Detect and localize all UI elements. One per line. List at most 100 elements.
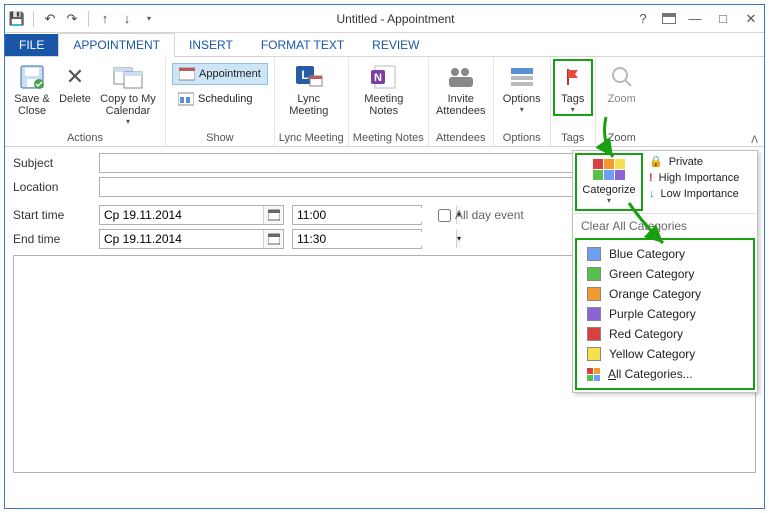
- tab-review[interactable]: REVIEW: [358, 34, 433, 56]
- lync-icon: L: [293, 63, 325, 91]
- delete-icon: ✕: [59, 63, 91, 91]
- options-button[interactable]: Options ▾: [498, 59, 546, 114]
- category-item-green[interactable]: Green Category: [577, 264, 753, 284]
- quick-access-toolbar: 💾 ↶ ↷ ↑ ↓ ▾: [9, 11, 157, 27]
- low-importance-button[interactable]: ↓Low Importance: [649, 188, 753, 200]
- appointment-window: 💾 ↶ ↷ ↑ ↓ ▾ Untitled - Appointment ? — □…: [4, 4, 765, 509]
- collapse-ribbon-icon[interactable]: ᐱ: [751, 135, 758, 146]
- window-title: Untitled - Appointment: [157, 12, 634, 26]
- save-close-button[interactable]: Save & Close: [9, 59, 55, 117]
- ribbon: Save & Close ✕ Delete Copy to My Calenda…: [5, 57, 764, 147]
- tab-appointment[interactable]: APPOINTMENT: [58, 33, 175, 57]
- minimize-icon[interactable]: —: [686, 10, 704, 28]
- ribbon-display-icon[interactable]: [662, 13, 676, 24]
- svg-text:L: L: [301, 68, 308, 82]
- tab-file[interactable]: FILE: [5, 34, 58, 56]
- categorize-button[interactable]: Categorize ▾: [575, 153, 643, 211]
- window-controls: ? — □ ✕: [634, 10, 760, 28]
- high-importance-button[interactable]: !High Importance: [649, 172, 753, 184]
- tags-button[interactable]: Tags ▾: [553, 59, 593, 116]
- tags-dropdown-panel: Categorize ▾ 🔒Private !High Importance ↓…: [572, 150, 758, 393]
- chevron-down-icon: ▾: [126, 117, 130, 126]
- undo-icon[interactable]: ↶: [42, 11, 58, 27]
- group-notes: N Meeting Notes Meeting Notes: [349, 57, 429, 146]
- swatch-icon: [587, 327, 601, 341]
- start-date-input[interactable]: [100, 208, 263, 222]
- low-importance-icon: ↓: [649, 188, 655, 200]
- category-item-purple[interactable]: Purple Category: [577, 304, 753, 324]
- swatch-icon: [587, 287, 601, 301]
- group-attendees: Invite Attendees Attendees: [429, 57, 494, 146]
- maximize-icon[interactable]: □: [714, 10, 732, 28]
- lync-meeting-button[interactable]: L Lync Meeting: [279, 59, 339, 117]
- category-item-red[interactable]: Red Category: [577, 324, 753, 344]
- group-tags: Tags ▾ Tags: [551, 57, 596, 146]
- copy-calendar-icon: [112, 63, 144, 91]
- end-time-input[interactable]: [293, 232, 456, 246]
- all-categories-button[interactable]: All Categories...: [577, 364, 753, 384]
- lock-icon: 🔒: [649, 155, 663, 168]
- tags-side-options: 🔒Private !High Importance ↓Low Importanc…: [645, 151, 757, 213]
- scheduling-button[interactable]: Scheduling: [172, 89, 258, 109]
- subject-label: Subject: [13, 156, 99, 170]
- tab-insert[interactable]: INSERT: [175, 34, 247, 56]
- options-icon: [506, 63, 538, 91]
- help-icon[interactable]: ?: [634, 10, 652, 28]
- end-time-field[interactable]: ▾: [292, 229, 422, 249]
- categorize-icon: [593, 159, 625, 180]
- private-toggle[interactable]: 🔒Private: [649, 155, 753, 168]
- zoom-icon: [606, 63, 638, 91]
- category-item-orange[interactable]: Orange Category: [577, 284, 753, 304]
- close-icon[interactable]: ✕: [742, 10, 760, 28]
- location-label: Location: [13, 180, 99, 194]
- all-categories-icon: [587, 368, 600, 381]
- start-date-field[interactable]: [99, 205, 284, 225]
- ribbon-tabs: FILE APPOINTMENT INSERT FORMAT TEXT REVI…: [5, 33, 764, 57]
- group-actions: Save & Close ✕ Delete Copy to My Calenda…: [5, 57, 166, 146]
- copy-calendar-button[interactable]: Copy to My Calendar ▾: [95, 59, 161, 126]
- appointment-icon: [179, 66, 195, 82]
- end-date-input[interactable]: [100, 232, 263, 246]
- redo-icon[interactable]: ↷: [64, 11, 80, 27]
- category-item-blue[interactable]: Blue Category: [577, 244, 753, 264]
- group-show: Appointment Scheduling Show: [166, 57, 275, 146]
- delete-button[interactable]: ✕ Delete: [55, 59, 95, 105]
- all-day-input[interactable]: [438, 209, 451, 222]
- swatch-icon: [587, 307, 601, 321]
- title-bar: 💾 ↶ ↷ ↑ ↓ ▾ Untitled - Appointment ? — □…: [5, 5, 764, 33]
- meeting-notes-button[interactable]: N Meeting Notes: [353, 59, 415, 117]
- swatch-icon: [587, 247, 601, 261]
- zoom-button[interactable]: Zoom: [600, 59, 644, 105]
- next-item-icon[interactable]: ↓: [119, 11, 135, 27]
- svg-text:N: N: [374, 72, 382, 84]
- appointment-view-button[interactable]: Appointment: [172, 63, 268, 85]
- tab-format-text[interactable]: FORMAT TEXT: [247, 34, 358, 56]
- end-time-label: End time: [13, 232, 99, 246]
- category-menu: Blue Category Green Category Orange Cate…: [575, 238, 755, 390]
- qat-dropdown-icon[interactable]: ▾: [141, 11, 157, 27]
- end-date-field[interactable]: [99, 229, 284, 249]
- group-options: Options ▾ Options: [494, 57, 551, 146]
- chevron-down-icon: ▾: [520, 105, 524, 114]
- high-importance-icon: !: [649, 172, 653, 184]
- swatch-icon: [587, 267, 601, 281]
- start-time-input[interactable]: [293, 208, 456, 222]
- invite-attendees-button[interactable]: Invite Attendees: [433, 59, 489, 117]
- swatch-icon: [587, 347, 601, 361]
- start-time-field[interactable]: ▾: [292, 205, 422, 225]
- chevron-down-icon[interactable]: ▾: [456, 230, 461, 248]
- group-zoom: Zoom Zoom: [596, 57, 648, 146]
- calendar-icon[interactable]: [263, 206, 283, 224]
- save-icon[interactable]: 💾: [9, 11, 25, 27]
- scheduling-icon: [178, 91, 194, 107]
- calendar-icon[interactable]: [263, 230, 283, 248]
- chevron-down-icon: ▾: [607, 196, 611, 205]
- flag-icon: [557, 63, 589, 91]
- clear-categories-button[interactable]: Clear All Categories: [573, 213, 757, 238]
- start-time-label: Start time: [13, 208, 99, 222]
- all-day-checkbox[interactable]: All day event: [434, 206, 524, 225]
- group-lync: L Lync Meeting Lync Meeting: [275, 57, 349, 146]
- onenote-icon: N: [368, 63, 400, 91]
- prev-item-icon[interactable]: ↑: [97, 11, 113, 27]
- category-item-yellow[interactable]: Yellow Category: [577, 344, 753, 364]
